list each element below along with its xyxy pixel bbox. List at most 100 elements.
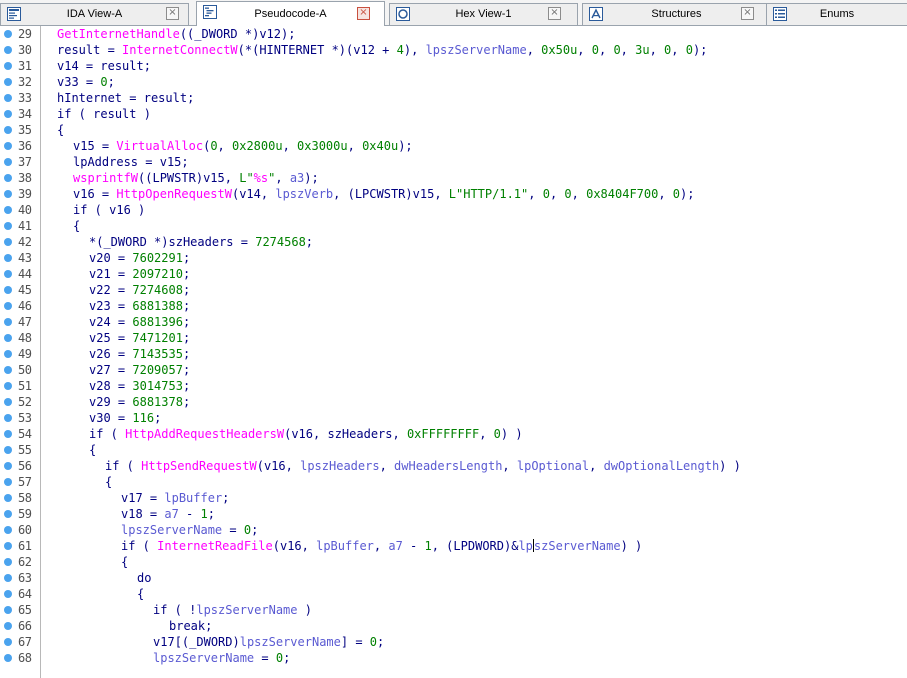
breakpoint-dot-icon[interactable] bbox=[4, 126, 12, 134]
breakpoint-dot-icon[interactable] bbox=[4, 350, 12, 358]
code-line[interactable]: 46 v23 = 6881388; bbox=[0, 298, 907, 314]
code-line[interactable]: 58 v17 = lpBuffer; bbox=[0, 490, 907, 506]
code-line[interactable]: 35 { bbox=[0, 122, 907, 138]
breakpoint-dot-icon[interactable] bbox=[4, 238, 12, 246]
code-line[interactable]: 53 v30 = 116; bbox=[0, 410, 907, 426]
code-token: HttpSendRequestW bbox=[141, 459, 257, 473]
breakpoint-dot-icon[interactable] bbox=[4, 142, 12, 150]
close-tab-icon[interactable]: × bbox=[548, 7, 561, 20]
code-line[interactable]: 68 lpszServerName = 0; bbox=[0, 650, 907, 666]
code-line[interactable]: 66 break; bbox=[0, 618, 907, 634]
code-line[interactable]: 52 v29 = 6881378; bbox=[0, 394, 907, 410]
breakpoint-dot-icon[interactable] bbox=[4, 190, 12, 198]
breakpoint-dot-icon[interactable] bbox=[4, 270, 12, 278]
code-line[interactable]: 49 v26 = 7143535; bbox=[0, 346, 907, 362]
code-token: if bbox=[121, 539, 136, 553]
code-line[interactable]: 50 v27 = 7209057; bbox=[0, 362, 907, 378]
breakpoint-dot-icon[interactable] bbox=[4, 478, 12, 486]
code-line[interactable]: 56 if ( HttpSendRequestW(v16, lpszHeaders… bbox=[0, 458, 907, 474]
line-number: 33 bbox=[18, 91, 32, 105]
breakpoint-dot-icon[interactable] bbox=[4, 398, 12, 406]
code-line[interactable]: 43 v20 = 7602291; bbox=[0, 250, 907, 266]
breakpoint-dot-icon[interactable] bbox=[4, 382, 12, 390]
breakpoint-dot-icon[interactable] bbox=[4, 318, 12, 326]
breakpoint-dot-icon[interactable] bbox=[4, 366, 12, 374]
breakpoint-dot-icon[interactable] bbox=[4, 510, 12, 518]
code-line[interactable]: 40 if ( v16 ) bbox=[0, 202, 907, 218]
code-line[interactable]: 51 v28 = 3014753; bbox=[0, 378, 907, 394]
code-line[interactable]: 59 v18 = a7 - 1; bbox=[0, 506, 907, 522]
breakpoint-dot-icon[interactable] bbox=[4, 494, 12, 502]
breakpoint-dot-icon[interactable] bbox=[4, 78, 12, 86]
code-token: if bbox=[105, 459, 120, 473]
code-line[interactable]: 34 if ( result ) bbox=[0, 106, 907, 122]
code-text: lpszServerName = 0; bbox=[121, 522, 258, 538]
breakpoint-dot-icon[interactable] bbox=[4, 158, 12, 166]
code-line[interactable]: 67 v17[(_DWORD)lpszServerName] = 0; bbox=[0, 634, 907, 650]
code-line[interactable]: 37 lpAddress = v15; bbox=[0, 154, 907, 170]
breakpoint-dot-icon[interactable] bbox=[4, 542, 12, 550]
breakpoint-dot-icon[interactable] bbox=[4, 462, 12, 470]
code-token: , bbox=[301, 539, 317, 553]
code-line[interactable]: 55 { bbox=[0, 442, 907, 458]
close-tab-icon[interactable]: × bbox=[741, 7, 754, 20]
code-line[interactable]: 64 { bbox=[0, 586, 907, 602]
breakpoint-dot-icon[interactable] bbox=[4, 574, 12, 582]
breakpoint-dot-icon[interactable] bbox=[4, 654, 12, 662]
code-line[interactable]: 54 if ( HttpAddRequestHeadersW(v16, szHea… bbox=[0, 426, 907, 442]
breakpoint-dot-icon[interactable] bbox=[4, 94, 12, 102]
code-line[interactable]: 42 *(_DWORD *)szHeaders = 7274568; bbox=[0, 234, 907, 250]
code-line[interactable]: 38 wsprintfW((LPWSTR)v15, L"%s", a3); bbox=[0, 170, 907, 186]
close-tab-icon[interactable]: × bbox=[357, 7, 370, 20]
pseudocode-editor[interactable]: 29 GetInternetHandle((_DWORD *)v12); 30 res… bbox=[0, 26, 907, 678]
code-line[interactable]: 47 v24 = 6881396; bbox=[0, 314, 907, 330]
breakpoint-dot-icon[interactable] bbox=[4, 222, 12, 230]
line-number: 58 bbox=[18, 491, 32, 505]
tab-structures[interactable]: Structures × bbox=[582, 3, 771, 25]
breakpoint-dot-icon[interactable] bbox=[4, 286, 12, 294]
tab-ida-view-a[interactable]: IDA View-A × bbox=[0, 3, 189, 25]
code-line[interactable]: 63 do bbox=[0, 570, 907, 586]
breakpoint-dot-icon[interactable] bbox=[4, 622, 12, 630]
code-line[interactable]: 31 v14 = result; bbox=[0, 58, 907, 74]
code-line[interactable]: 65 if ( !lpszServerName ) bbox=[0, 602, 907, 618]
breakpoint-dot-icon[interactable] bbox=[4, 206, 12, 214]
breakpoint-dot-icon[interactable] bbox=[4, 254, 12, 262]
breakpoint-dot-icon[interactable] bbox=[4, 590, 12, 598]
close-tab-icon[interactable]: × bbox=[166, 7, 179, 20]
code-line[interactable]: 44 v21 = 2097210; bbox=[0, 266, 907, 282]
breakpoint-dot-icon[interactable] bbox=[4, 62, 12, 70]
code-line[interactable]: 57 { bbox=[0, 474, 907, 490]
breakpoint-dot-icon[interactable] bbox=[4, 446, 12, 454]
code-line[interactable]: 60 lpszServerName = 0; bbox=[0, 522, 907, 538]
breakpoint-dot-icon[interactable] bbox=[4, 414, 12, 422]
code-line[interactable]: 41 { bbox=[0, 218, 907, 234]
breakpoint-dot-icon[interactable] bbox=[4, 302, 12, 310]
tab-hex-view-1[interactable]: Hex View-1 × bbox=[389, 3, 578, 25]
code-line[interactable]: 62 { bbox=[0, 554, 907, 570]
breakpoint-dot-icon[interactable] bbox=[4, 606, 12, 614]
code-line[interactable]: 32 v33 = 0; bbox=[0, 74, 907, 90]
breakpoint-dot-icon[interactable] bbox=[4, 638, 12, 646]
breakpoint-dot-icon[interactable] bbox=[4, 334, 12, 342]
tab-pseudocode-a[interactable]: Pseudocode-A × bbox=[196, 1, 385, 26]
code-token: ; bbox=[182, 267, 191, 281]
code-line[interactable]: 39 v16 = HttpOpenRequestW(v14, lpszVerb, … bbox=[0, 186, 907, 202]
code-line[interactable]: 29 GetInternetHandle((_DWORD *)v12); bbox=[0, 26, 907, 42]
tab-enums[interactable]: Enums bbox=[766, 3, 907, 25]
code-line[interactable]: 45 v22 = 7274608; bbox=[0, 282, 907, 298]
code-token: v24 bbox=[89, 315, 111, 329]
code-line[interactable]: 36 v15 = VirtualAlloc(0, 0x2800u, 0x3000u… bbox=[0, 138, 907, 154]
code-line[interactable]: 61 if ( InternetReadFile(v16, lpBuffer, a… bbox=[0, 538, 907, 554]
breakpoint-dot-icon[interactable] bbox=[4, 46, 12, 54]
breakpoint-dot-icon[interactable] bbox=[4, 174, 12, 182]
breakpoint-dot-icon[interactable] bbox=[4, 30, 12, 38]
breakpoint-dot-icon[interactable] bbox=[4, 526, 12, 534]
breakpoint-dot-icon[interactable] bbox=[4, 110, 12, 118]
code-line[interactable]: 48 v25 = 7471201; bbox=[0, 330, 907, 346]
breakpoint-dot-icon[interactable] bbox=[4, 558, 12, 566]
code-line[interactable]: 33 hInternet = result; bbox=[0, 90, 907, 106]
breakpoint-dot-icon[interactable] bbox=[4, 430, 12, 438]
code-token: v16 bbox=[291, 427, 314, 441]
code-line[interactable]: 30 result = InternetConnectW(*(HINTERNET … bbox=[0, 42, 907, 58]
